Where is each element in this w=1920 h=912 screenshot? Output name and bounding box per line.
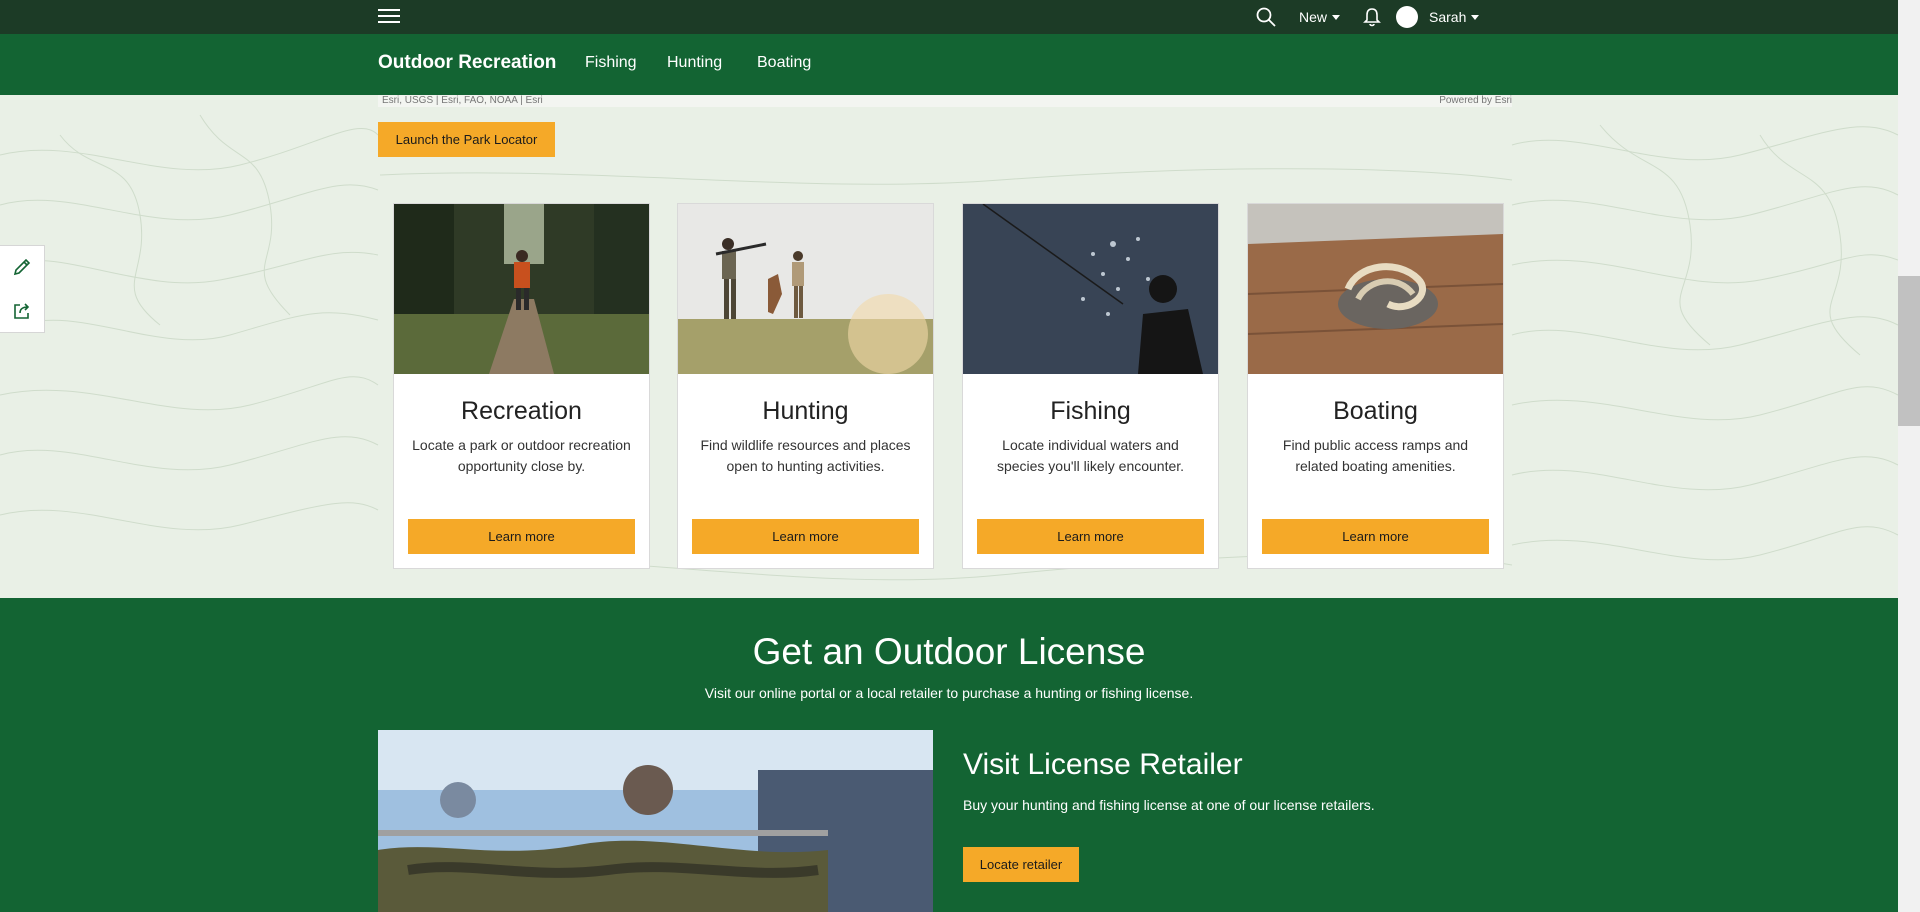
license-subtitle: Visit our online portal or a local retai… bbox=[704, 685, 1194, 701]
card-title: Boating bbox=[1333, 397, 1418, 425]
map-credit-sources: Esri, USGS | Esri, FAO, NOAA | Esri bbox=[382, 95, 543, 106]
page-scrollbar[interactable] bbox=[1898, 0, 1920, 912]
card-description: Locate individual waters and species you… bbox=[975, 435, 1206, 477]
map-attribution: Esri, USGS | Esri, FAO, NOAA | Esri Powe… bbox=[378, 95, 1512, 107]
topographic-background bbox=[0, 114, 1898, 581]
card-title: Fishing bbox=[1050, 397, 1131, 425]
card-description: Locate a park or outdoor recreation oppo… bbox=[406, 435, 637, 477]
card-description-line: open to hunting activities. bbox=[726, 458, 885, 474]
user-name: Sarah bbox=[1429, 9, 1467, 25]
card-description: Find wildlife resources and places open … bbox=[690, 435, 921, 477]
nav-link-hunting[interactable]: Hunting bbox=[667, 54, 722, 72]
learn-more-button[interactable]: Learn more bbox=[408, 519, 635, 554]
chevron-down-icon bbox=[1471, 14, 1480, 20]
map-credit-powered[interactable]: Powered by Esri bbox=[1439, 95, 1512, 106]
card-description-line: related boating amenities. bbox=[1295, 458, 1456, 474]
card-description-line: opportunity close by. bbox=[457, 458, 586, 474]
site-title[interactable]: Outdoor Recreation bbox=[378, 52, 556, 74]
card-description: Find public access ramps and related boa… bbox=[1260, 435, 1491, 477]
boating-photo bbox=[1248, 204, 1503, 374]
search-icon[interactable] bbox=[1255, 6, 1277, 28]
card-description-line: Find public access ramps and bbox=[1282, 437, 1469, 453]
share-icon[interactable] bbox=[11, 300, 33, 322]
retailer-title: Visit License Retailer bbox=[963, 748, 1243, 781]
bell-icon[interactable] bbox=[1362, 6, 1382, 28]
top-bar-actions: New Sarah bbox=[1255, 0, 1480, 34]
fishing-photo bbox=[963, 204, 1218, 374]
learn-more-button[interactable]: Learn more bbox=[692, 519, 919, 554]
hunting-photo bbox=[678, 204, 933, 374]
user-menu-button[interactable]: Sarah bbox=[1396, 6, 1480, 28]
scrollbar-thumb[interactable] bbox=[1898, 276, 1920, 426]
chevron-down-icon bbox=[1332, 14, 1341, 20]
nav-link-boating[interactable]: Boating bbox=[757, 54, 811, 72]
card-hunting: Hunting Find wildlife resources and plac… bbox=[677, 203, 934, 569]
card-fishing: Fishing Locate individual waters and spe… bbox=[962, 203, 1219, 569]
nav-link-fishing[interactable]: Fishing bbox=[585, 54, 637, 72]
card-description-line: Locate individual waters and bbox=[1002, 437, 1179, 453]
new-menu-label: New bbox=[1299, 9, 1328, 25]
menu-icon[interactable] bbox=[378, 6, 400, 27]
launch-park-locator-button[interactable]: Launch the Park Locator bbox=[378, 122, 555, 157]
license-title: Get an Outdoor License bbox=[752, 631, 1146, 672]
card-title: Hunting bbox=[762, 397, 849, 425]
top-bar: New Sarah bbox=[0, 0, 1898, 34]
license-section: Get an Outdoor License Visit our online … bbox=[0, 598, 1898, 912]
pencil-icon[interactable] bbox=[11, 256, 33, 278]
retailer-text: Buy your hunting and fishing license at … bbox=[963, 797, 1375, 813]
locate-retailer-button[interactable]: Locate retailer bbox=[963, 847, 1079, 882]
retailer-photo bbox=[378, 730, 933, 912]
card-title: Recreation bbox=[461, 397, 582, 425]
recreation-photo bbox=[394, 204, 649, 374]
learn-more-button[interactable]: Learn more bbox=[977, 519, 1204, 554]
card-description-line: Find wildlife resources and places bbox=[700, 437, 911, 453]
card-recreation: Recreation Locate a park or outdoor recr… bbox=[393, 203, 650, 569]
side-toolbar bbox=[0, 245, 45, 333]
site-nav: Outdoor Recreation Fishing Hunting Boati… bbox=[0, 34, 1898, 95]
card-boating: Boating Find public access ramps and rel… bbox=[1247, 203, 1504, 569]
new-menu-button[interactable]: New bbox=[1299, 9, 1341, 25]
card-description-line: Locate a park or outdoor recreation bbox=[412, 437, 631, 453]
avatar bbox=[1396, 6, 1419, 28]
learn-more-button[interactable]: Learn more bbox=[1262, 519, 1489, 554]
card-description-line: species you'll likely encounter. bbox=[996, 458, 1185, 474]
